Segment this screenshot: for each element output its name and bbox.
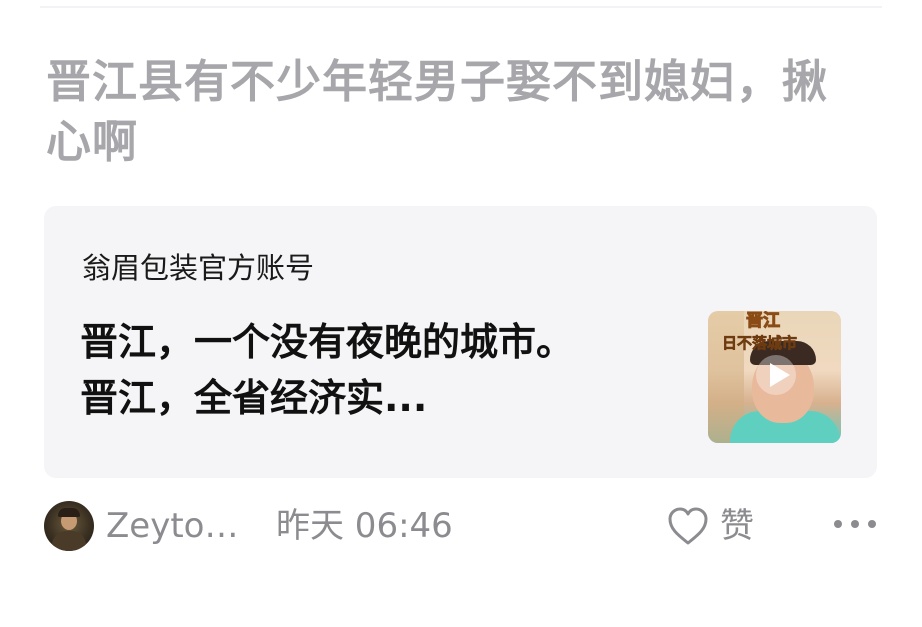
card-text-line2: 晋江，全省经济实...: [80, 376, 428, 420]
thumbnail-caption-top: 晋江: [746, 311, 781, 332]
more-horizontal-icon[interactable]: [834, 520, 878, 532]
more-dot: [851, 520, 859, 528]
post-footer: Zeyto… 昨天 06:46 赞: [44, 500, 880, 552]
avatar-body: [52, 531, 86, 551]
card-text[interactable]: 晋江，一个没有夜晚的城市。 晋江，全省经济实...: [80, 314, 680, 426]
author-name[interactable]: Zeyto…: [106, 504, 238, 548]
card-source-name[interactable]: 翁眉包装官方账号: [82, 250, 314, 286]
play-icon[interactable]: [756, 355, 796, 395]
more-dot: [868, 520, 876, 528]
top-divider: [40, 6, 882, 8]
heart-icon: [668, 507, 708, 545]
shared-video-card[interactable]: 翁眉包装官方账号 晋江，一个没有夜晚的城市。 晋江，全省经济实... 晋江 日不…: [44, 206, 877, 478]
post-timestamp: 昨天 06:46: [276, 506, 453, 546]
thumbnail-caption-bottom: 日不落城市: [722, 334, 798, 353]
post-title[interactable]: 晋江县有不少年轻男子娶不到媳妇，揪心啊: [46, 52, 866, 172]
video-thumbnail[interactable]: 晋江 日不落城市: [708, 311, 841, 443]
avatar-cap: [58, 508, 80, 517]
avatar[interactable]: [44, 501, 94, 551]
like-button[interactable]: 赞: [666, 500, 766, 552]
like-label: 赞: [720, 506, 754, 546]
post-page: 晋江县有不少年轻男子娶不到媳妇，揪心啊 翁眉包装官方账号 晋江，一个没有夜晚的城…: [0, 0, 922, 627]
card-text-line1: 晋江，一个没有夜晚的城市。: [80, 320, 575, 364]
more-dot: [834, 520, 842, 528]
